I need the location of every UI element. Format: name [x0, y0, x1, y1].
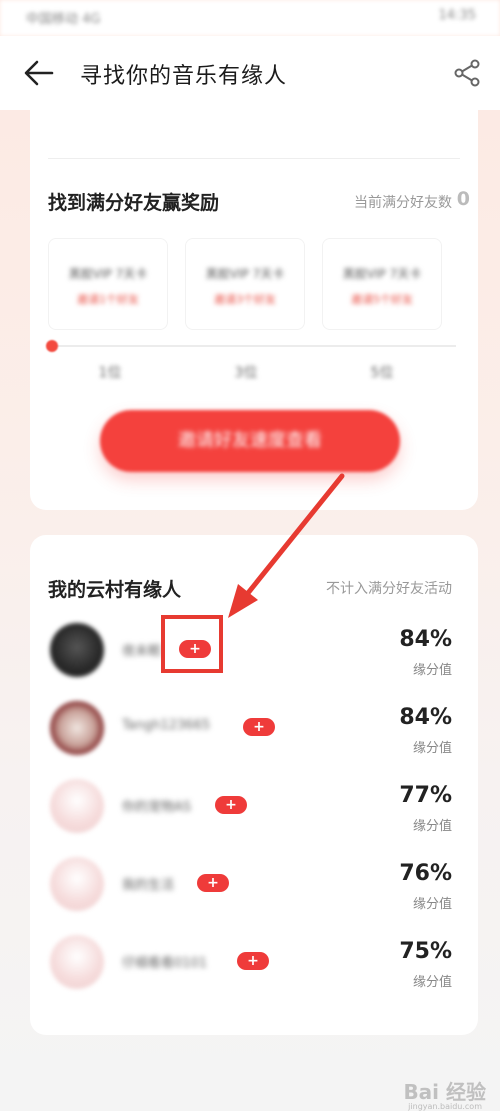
match-percent: 77%	[399, 783, 452, 808]
page-title: 寻找你的音乐有缘人	[80, 64, 288, 89]
user-name: 你的宠物AS	[122, 800, 192, 815]
match-percent: 75%	[399, 939, 452, 964]
reward-card: 找到满分好友赢奖励 当前满分好友数 0 黑胶VIP 7天卡 邀请1个好友 黑胶V…	[30, 110, 478, 510]
match-percent: 84%	[399, 627, 452, 652]
status-bar: 中国移动 4G 14:35	[0, 0, 500, 36]
match-row[interactable]: 仔细看看0101 + 75% 缘分值	[30, 925, 478, 1003]
invite-button-label: 邀请好友速度查看	[178, 430, 322, 451]
match-score-label: 缘分值	[412, 897, 452, 912]
add-friend-button[interactable]: +	[237, 952, 269, 970]
reward-tier-3[interactable]: 黑胶VIP 7天卡 邀请5个好友	[322, 238, 442, 330]
match-percent: 84%	[399, 705, 452, 730]
watermark-url: jingyan.baidu.com	[408, 1102, 482, 1111]
annotation-highlight-box	[161, 615, 223, 673]
share-icon[interactable]	[452, 58, 482, 88]
reward-name: 黑胶VIP 7天卡	[205, 267, 285, 281]
user-name: 仔细看看0101	[122, 956, 208, 971]
match-row[interactable]: 你的宠物AS + 77% 缘分值	[30, 769, 478, 847]
match-score-label: 缘分值	[412, 741, 452, 756]
reward-condition: 邀请3个好友	[214, 293, 276, 306]
milestone-label: 3位	[234, 365, 258, 381]
match-score-label: 缘分值	[412, 819, 452, 834]
reward-condition: 邀请5个好友	[351, 293, 413, 306]
avatar[interactable]	[50, 623, 104, 677]
user-name: 我的生活	[122, 878, 175, 893]
progress-indicator	[46, 340, 58, 352]
add-friend-button[interactable]: +	[215, 796, 247, 814]
milestone-label: 1位	[98, 365, 122, 381]
clock-text: 14:35	[438, 8, 476, 23]
avatar[interactable]	[50, 701, 104, 755]
add-friend-button[interactable]: +	[243, 718, 275, 736]
reward-name: 黑胶VIP 7天卡	[342, 267, 422, 281]
reward-tier-2[interactable]: 黑胶VIP 7天卡 邀请3个好友	[185, 238, 305, 330]
app-header: 寻找你的音乐有缘人	[0, 36, 500, 110]
avatar[interactable]	[50, 935, 104, 989]
user-name: 夜未眠	[122, 644, 162, 659]
progress-track	[52, 345, 456, 347]
full-score-friend-count: 0	[456, 188, 470, 210]
match-score-label: 缘分值	[412, 975, 452, 990]
carrier-text: 中国移动 4G	[26, 12, 101, 27]
user-name: Tangh123665	[122, 718, 211, 733]
reward-name: 黑胶VIP 7天卡	[68, 267, 148, 281]
invite-friends-button[interactable]: 邀请好友速度查看	[100, 410, 400, 472]
match-section-note: 不计入满分好友活动	[326, 581, 452, 597]
match-percent: 76%	[399, 861, 452, 886]
match-row[interactable]: 夜未眠 + 84% 缘分值	[30, 613, 478, 691]
avatar[interactable]	[50, 779, 104, 833]
add-friend-button[interactable]: +	[197, 874, 229, 892]
milestone-label: 5位	[370, 365, 394, 381]
match-row[interactable]: Tangh123665 + 84% 缘分值	[30, 691, 478, 769]
baidu-jingyan-watermark: Bai 经验	[403, 1080, 486, 1104]
full-score-friend-count-label: 当前满分好友数	[354, 195, 452, 211]
avatar[interactable]	[50, 857, 104, 911]
match-row[interactable]: 我的生活 + 76% 缘分值	[30, 847, 478, 925]
music-match-card: 我的云村有缘人 不计入满分好友活动 夜未眠 + 84% 缘分值 Tangh123…	[30, 535, 478, 1035]
reward-section-title: 找到满分好友赢奖励	[48, 192, 220, 214]
reward-condition: 邀请1个好友	[77, 293, 139, 306]
divider	[48, 158, 460, 159]
back-arrow-icon[interactable]	[22, 56, 56, 90]
reward-tier-1[interactable]: 黑胶VIP 7天卡 邀请1个好友	[48, 238, 168, 330]
match-score-label: 缘分值	[412, 663, 452, 678]
match-section-title: 我的云村有缘人	[48, 579, 182, 601]
